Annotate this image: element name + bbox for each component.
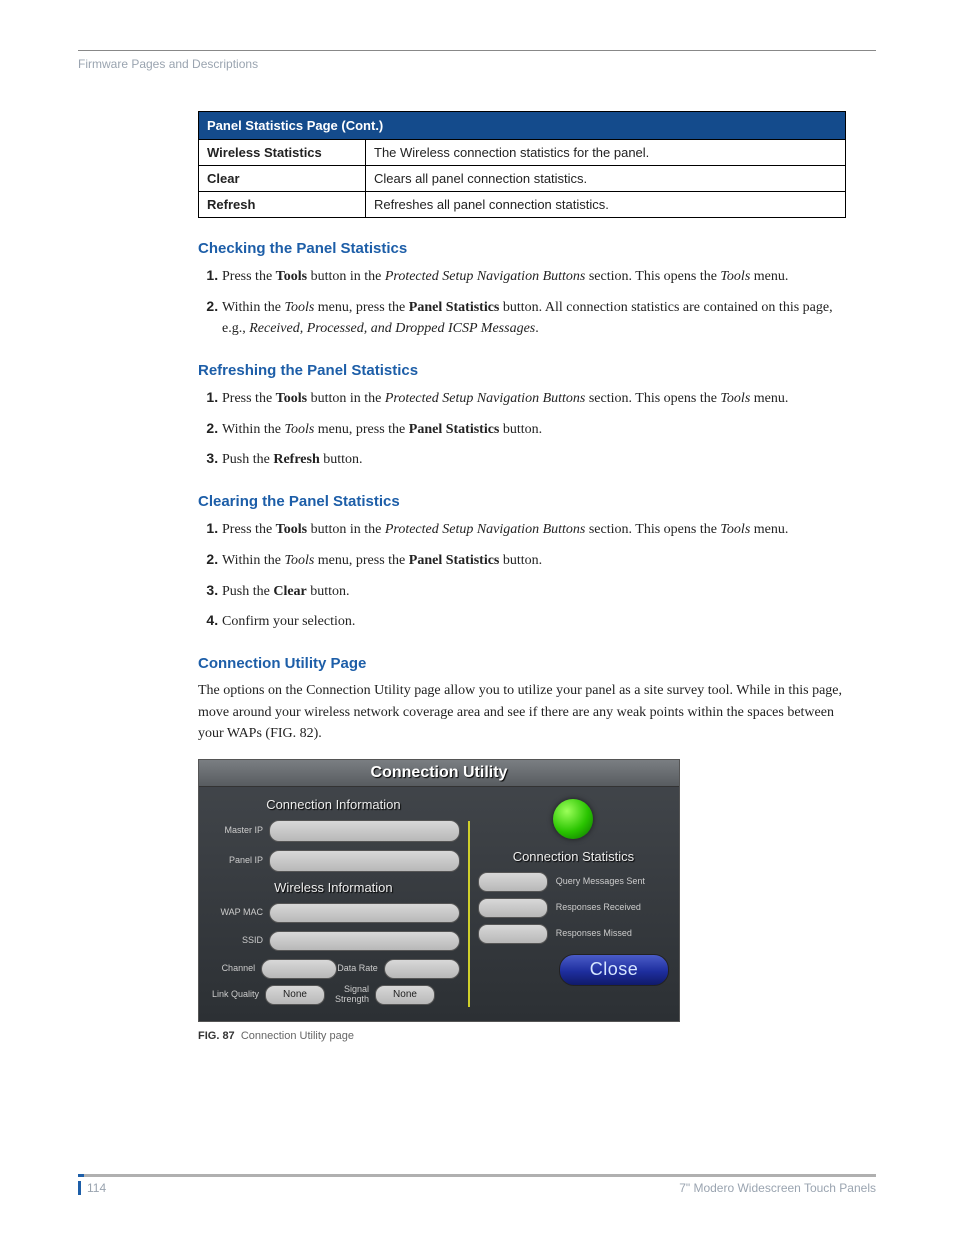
connection-utility-panel: Connection Utility Connection Informatio… <box>198 759 680 1022</box>
table-row: Wireless Statistics The Wireless connect… <box>199 140 846 166</box>
page-footer: 114 7" Modero Widescreen Touch Panels <box>78 1174 876 1195</box>
status-indicator-icon <box>553 799 593 839</box>
channel-label: Channel <box>207 964 261 974</box>
responses-missed-label: Responses Missed <box>556 929 632 939</box>
panel-ip-label: Panel IP <box>207 856 269 866</box>
wap-mac-field[interactable] <box>269 903 460 923</box>
step: Press the Tools button in the Protected … <box>222 265 846 288</box>
step: Within the Tools menu, press the Panel S… <box>222 296 846 340</box>
connection-stats-heading: Connection Statistics <box>478 849 669 864</box>
section-heading-clearing: Clearing the Panel Statistics <box>198 493 846 510</box>
panel-ip-field[interactable] <box>269 850 460 872</box>
figure-caption: FIG. 87 Connection Utility page <box>198 1030 846 1042</box>
breadcrumb: Firmware Pages and Descriptions <box>78 57 876 71</box>
link-quality-value: None <box>265 985 325 1005</box>
step: Press the Tools button in the Protected … <box>222 518 846 541</box>
section-heading-checking: Checking the Panel Statistics <box>198 240 846 257</box>
conn-util-paragraph: The options on the Connection Utility pa… <box>198 680 846 745</box>
step: Confirm your selection. <box>222 610 846 633</box>
data-rate-field[interactable] <box>384 959 460 979</box>
table-row: Refresh Refreshes all panel connection s… <box>199 192 846 218</box>
table-row: Clear Clears all panel connection statis… <box>199 166 846 192</box>
figure-number: FIG. 87 <box>198 1030 235 1042</box>
responses-received-label: Responses Received <box>556 903 641 913</box>
section-heading-conn-util: Connection Utility Page <box>198 655 846 672</box>
table-key: Refresh <box>199 192 366 218</box>
channel-field[interactable] <box>261 959 337 979</box>
signal-strength-value: None <box>375 985 435 1005</box>
panel-divider <box>468 821 470 1007</box>
table-val: Clears all panel connection statistics. <box>366 166 846 192</box>
table-val: The Wireless connection statistics for t… <box>366 140 846 166</box>
step: Press the Tools button in the Protected … <box>222 387 846 410</box>
ssid-label: SSID <box>207 936 269 946</box>
master-ip-label: Master IP <box>207 826 269 836</box>
link-quality-label: Link Quality <box>207 990 265 1000</box>
signal-strength-label: Signal Strength <box>325 985 375 1005</box>
table-key: Wireless Statistics <box>199 140 366 166</box>
step: Push the Refresh button. <box>222 448 846 471</box>
master-ip-field[interactable] <box>269 820 460 842</box>
step: Push the Clear button. <box>222 580 846 603</box>
panel-title: Connection Utility <box>199 760 679 787</box>
connection-info-heading: Connection Information <box>207 797 460 812</box>
section-heading-refreshing: Refreshing the Panel Statistics <box>198 362 846 379</box>
wireless-info-heading: Wireless Information <box>207 880 460 895</box>
query-messages-label: Query Messages Sent <box>556 877 645 887</box>
wap-mac-label: WAP MAC <box>207 908 269 918</box>
query-messages-field <box>478 872 548 892</box>
page-number: 114 <box>78 1181 106 1195</box>
ssid-field[interactable] <box>269 931 460 951</box>
step: Within the Tools menu, press the Panel S… <box>222 418 846 441</box>
table-title: Panel Statistics Page (Cont.) <box>199 112 846 140</box>
table-key: Clear <box>199 166 366 192</box>
responses-missed-field <box>478 924 548 944</box>
close-button[interactable]: Close <box>559 954 669 986</box>
table-val: Refreshes all panel connection statistic… <box>366 192 846 218</box>
responses-received-field <box>478 898 548 918</box>
panel-stats-table: Panel Statistics Page (Cont.) Wireless S… <box>198 111 846 218</box>
footer-title: 7" Modero Widescreen Touch Panels <box>679 1181 876 1195</box>
data-rate-label: Data Rate <box>337 964 384 974</box>
figure-text: Connection Utility page <box>241 1030 354 1042</box>
step: Within the Tools menu, press the Panel S… <box>222 549 846 572</box>
